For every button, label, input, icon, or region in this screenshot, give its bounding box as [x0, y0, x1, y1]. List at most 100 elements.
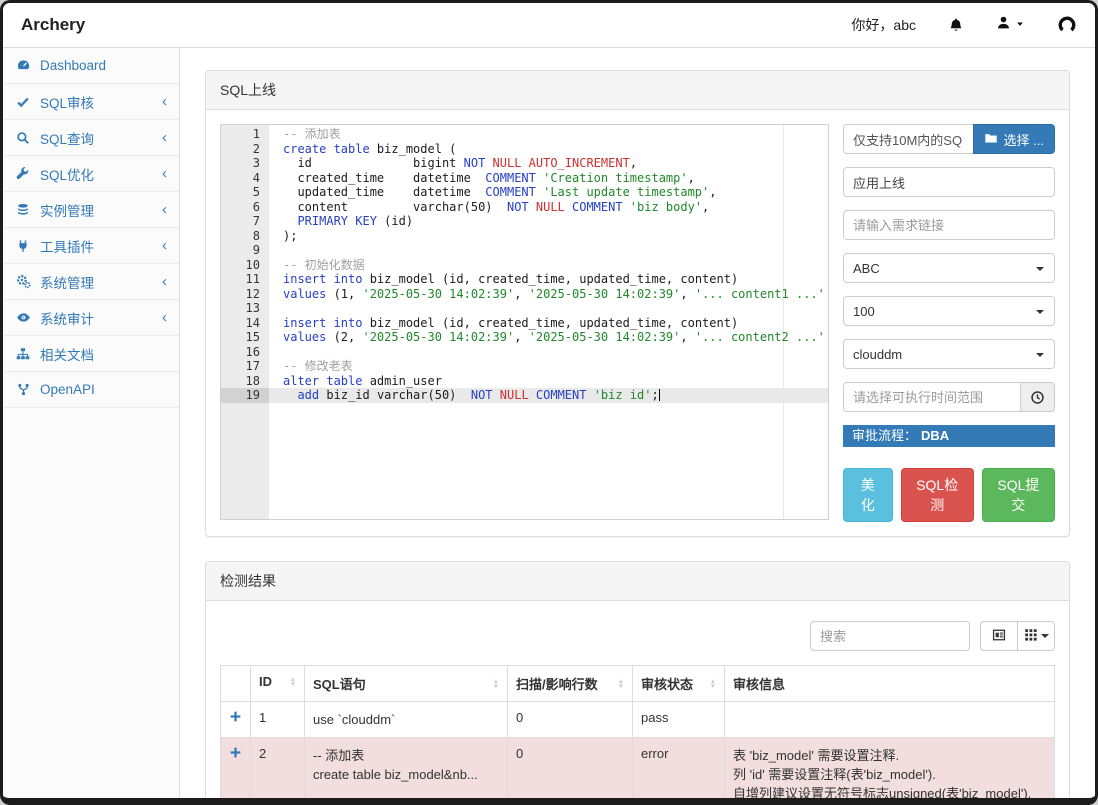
sidebar-item-label: SQL审核 [40, 92, 94, 112]
editor-line[interactable]: PRIMARY KEY (id) [269, 214, 829, 229]
api-icon [15, 383, 31, 396]
sidebar-item-label: 系统管理 [40, 272, 94, 292]
sort-icon[interactable]: ▲▼ [618, 679, 624, 689]
editor-line[interactable]: created_time datetime COMMENT 'Creation … [269, 171, 829, 186]
wrench-icon [15, 167, 31, 181]
expand-cell[interactable] [221, 702, 251, 738]
editor-line[interactable]: ); [269, 229, 829, 244]
chevron-left-icon: ‹ [162, 94, 167, 109]
github-icon[interactable] [1057, 15, 1077, 35]
sidebar-item-openapi[interactable]: OpenAPI [3, 372, 179, 408]
columns-grid-icon [1024, 628, 1038, 645]
editor-line[interactable] [269, 301, 829, 316]
expand-plus-icon[interactable] [229, 710, 242, 723]
sidebar-nav: DashboardSQL审核‹SQL查询‹SQL优化‹实例管理‹工具插件‹系统管… [3, 48, 180, 798]
columns-dropdown-button[interactable] [1017, 621, 1055, 651]
sidebar-item-label: 工具插件 [40, 236, 94, 256]
column-header-sql[interactable]: SQL语句▲▼ [305, 666, 508, 702]
approval-flow-value: DBA [921, 428, 949, 443]
sql-text-line: -- 添加表 [313, 746, 499, 765]
editor-line[interactable]: insert into biz_model (id, created_time,… [269, 316, 829, 331]
column-header-status[interactable]: 审核状态▲▼ [633, 666, 725, 702]
chevron-left-icon: ‹ [162, 310, 167, 325]
editor-line[interactable]: content varchar(50) NOT NULL COMMENT 'bi… [269, 200, 829, 215]
message-line: 自增列建议设置无符号标志unsigned(表'biz_model'). [733, 784, 1046, 798]
editor-line[interactable] [269, 345, 829, 360]
gutter-line-number: 18 [221, 374, 269, 389]
expand-cell[interactable] [221, 738, 251, 799]
page-layout: DashboardSQL审核‹SQL查询‹SQL优化‹实例管理‹工具插件‹系统管… [3, 48, 1095, 798]
sort-icon[interactable]: ▲▼ [493, 679, 499, 689]
sql-file-name-input[interactable] [843, 124, 974, 154]
column-header-expand [221, 666, 251, 702]
editor-line[interactable]: insert into biz_model (id, created_time,… [269, 272, 829, 287]
status-cell: error [633, 738, 725, 799]
card-view-toggle-button[interactable] [980, 621, 1018, 651]
sort-icon[interactable]: ▲▼ [290, 677, 296, 687]
sidebar-item-label: Dashboard [40, 58, 106, 73]
brand-logo[interactable]: Archery [21, 15, 85, 35]
search-input[interactable] [810, 621, 970, 651]
message-cell [725, 702, 1055, 738]
editor-line[interactable]: create table biz_model ( [269, 142, 829, 157]
beautify-button[interactable]: 美化 [843, 468, 893, 522]
workflow-name-input[interactable] [843, 167, 1055, 197]
gutter-line-number: 17 [221, 359, 269, 374]
editor-line[interactable]: -- 添加表 [269, 127, 829, 142]
chevron-left-icon: ‹ [162, 130, 167, 145]
column-header-id[interactable]: ID▲▼ [251, 666, 305, 702]
gutter-line-number: 2 [221, 142, 269, 157]
run-time-range-input[interactable] [843, 382, 1021, 412]
editor-line[interactable]: values (1, '2025-05-30 14:02:39', '2025-… [269, 287, 829, 302]
gutter-line-number: 4 [221, 171, 269, 186]
user-menu[interactable] [996, 15, 1025, 35]
sidebar-item-sql-audit[interactable]: SQL审核 ‹ [3, 84, 179, 120]
sidebar-item-dashboard[interactable]: Dashboard [3, 48, 179, 84]
sql-submit-button[interactable]: SQL提交 [982, 468, 1055, 522]
clock-icon[interactable] [1021, 382, 1055, 412]
sidebar-item-system-audit[interactable]: 系统审计‹ [3, 300, 179, 336]
choose-file-button[interactable]: 选择 ... [973, 124, 1055, 154]
demand-link-input[interactable] [843, 210, 1055, 240]
editor-line[interactable]: updated_time datetime COMMENT 'Last upda… [269, 185, 829, 200]
editor-line[interactable]: -- 初始化数据 [269, 258, 829, 273]
check-results-table: ID▲▼SQL语句▲▼扫描/影响行数▲▼审核状态▲▼审核信息 1use `clo… [220, 665, 1055, 798]
editor-line[interactable] [269, 243, 829, 258]
id-cell: 2 [251, 738, 305, 799]
sql-online-panel: SQL上线 12345678910111213141516171819 -- 添… [205, 70, 1070, 537]
group-select[interactable]: ABC [843, 253, 1055, 283]
editor-line[interactable]: values (2, '2025-05-30 14:02:39', '2025-… [269, 330, 829, 345]
affected-rows-cell: 0 [508, 702, 633, 738]
folder-open-icon [984, 131, 998, 148]
editor-line[interactable]: alter table admin_user [269, 374, 829, 389]
cogs-icon [15, 274, 31, 289]
sidebar-item-label: 实例管理 [40, 200, 94, 220]
column-header-affected[interactable]: 扫描/影响行数▲▼ [508, 666, 633, 702]
caret-down-icon [1041, 634, 1049, 642]
sql-check-button[interactable]: SQL检测 [901, 468, 974, 522]
sidebar-item-tools-plugin[interactable]: 工具插件‹ [3, 228, 179, 264]
editor-line[interactable]: add biz_id varchar(50) NOT NULL COMMENT … [269, 388, 829, 403]
text-cursor [659, 389, 660, 401]
expand-plus-icon[interactable] [229, 746, 242, 759]
sql-editor[interactable]: 12345678910111213141516171819 -- 添加表crea… [220, 124, 829, 520]
editor-code-area[interactable]: -- 添加表create table biz_model ( id bigint… [269, 125, 829, 519]
sidebar-item-sql-optimize[interactable]: SQL优化‹ [3, 156, 179, 192]
sidebar-item-sql-query[interactable]: SQL查询‹ [3, 120, 179, 156]
gutter-line-number: 5 [221, 185, 269, 200]
instance-select[interactable]: 100 [843, 296, 1055, 326]
gutter-line-number: 13 [221, 301, 269, 316]
plug-icon [15, 239, 31, 253]
table-toolbar-buttons [980, 621, 1055, 651]
notifications-bell-icon[interactable] [948, 17, 964, 33]
editor-line[interactable]: -- 修改老表 [269, 359, 829, 374]
user-icon [996, 15, 1011, 35]
sidebar-item-docs[interactable]: 相关文档 [3, 336, 179, 372]
sidebar-item-system-manage[interactable]: 系统管理‹ [3, 264, 179, 300]
editor-line[interactable]: id bigint NOT NULL AUTO_INCREMENT, [269, 156, 829, 171]
sidebar-item-instance-manage[interactable]: 实例管理‹ [3, 192, 179, 228]
sort-icon[interactable]: ▲▼ [710, 679, 716, 689]
database-select[interactable]: clouddm [843, 339, 1055, 369]
table-toolbar [220, 621, 1055, 651]
gutter-line-number: 10 [221, 258, 269, 273]
